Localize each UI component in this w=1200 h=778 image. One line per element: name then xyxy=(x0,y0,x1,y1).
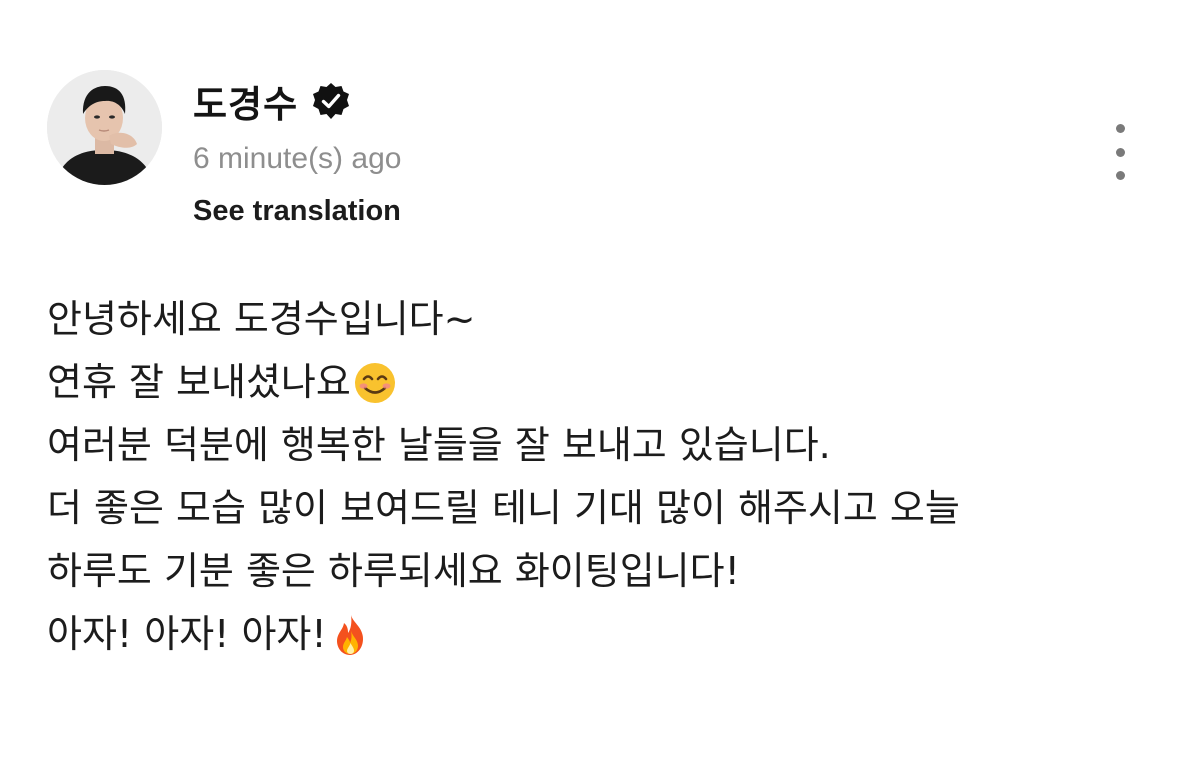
post-line-text: 연휴 잘 보내셨나요 xyxy=(47,360,351,404)
post-line-text: 더 좋은 모습 많이 보여드릴 테니 기대 많이 해주시고 오늘 xyxy=(47,486,960,530)
more-vertical-icon[interactable] xyxy=(1098,124,1142,180)
post-line-text: 여러분 덕분에 행복한 날들을 잘 보내고 있습니다. xyxy=(47,423,831,467)
post-line: 여러분 덕분에 행복한 날들을 잘 보내고 있습니다. xyxy=(47,414,1167,477)
profile-photo xyxy=(47,70,162,185)
post-line-text: 아자! 아자! 아자! xyxy=(47,612,327,656)
smiling-face-emoji xyxy=(353,361,397,405)
post-line: 연휴 잘 보내셨나요 xyxy=(47,351,1167,414)
timestamp: 6 minute(s) ago xyxy=(193,142,402,175)
post-line: 더 좋은 모습 많이 보여드릴 테니 기대 많이 해주시고 오늘 xyxy=(47,477,1167,540)
post-line-text: 하루도 기분 좋은 하루되세요 화이팅입니다! xyxy=(47,549,740,593)
avatar[interactable] xyxy=(47,70,162,185)
menu-dot xyxy=(1115,124,1125,133)
see-translation-link[interactable]: See translation xyxy=(193,195,401,228)
author-row: 도경수 xyxy=(193,76,350,126)
post-card: 도경수 6 minute(s) ago See translation 안녕하세… xyxy=(0,0,1200,778)
verified-badge-icon xyxy=(312,82,350,120)
post-body: 안녕하세요 도경수입니다~ 연휴 잘 보내셨나요 여러분 덕분에 행복한 날들을… xyxy=(47,288,1167,666)
post-line: 아자! 아자! 아자! xyxy=(47,603,1167,666)
menu-dot xyxy=(1115,171,1125,180)
post-line-text: 안녕하세요 도경수입니다~ xyxy=(47,297,476,341)
author-name[interactable]: 도경수 xyxy=(193,74,298,128)
fire-emoji xyxy=(329,613,373,657)
post-line: 하루도 기분 좋은 하루되세요 화이팅입니다! xyxy=(47,540,1167,603)
post-line: 안녕하세요 도경수입니다~ xyxy=(47,288,1167,351)
menu-dot xyxy=(1115,147,1125,157)
